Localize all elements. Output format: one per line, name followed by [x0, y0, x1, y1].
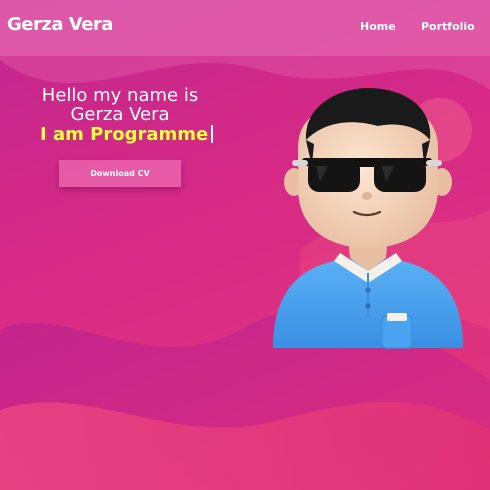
hero-greeting: Hello my name is Gerza Vera — [41, 85, 199, 125]
download-cv-button[interactable]: Download CV — [59, 160, 181, 187]
avatar-illustration-icon — [273, 88, 463, 349]
nav-home-link[interactable]: Home — [360, 20, 396, 33]
typing-caret — [211, 125, 213, 143]
top-navigation-bar: Gerza Vera Home Portfolio — [0, 0, 490, 56]
brand-logo-text[interactable]: Gerza Vera — [7, 14, 113, 35]
nav-portfolio-link[interactable]: Portfolio — [421, 20, 475, 33]
hero-role-label: I am Programme — [40, 124, 209, 145]
hero-role-text: I am Programme — [40, 124, 213, 145]
